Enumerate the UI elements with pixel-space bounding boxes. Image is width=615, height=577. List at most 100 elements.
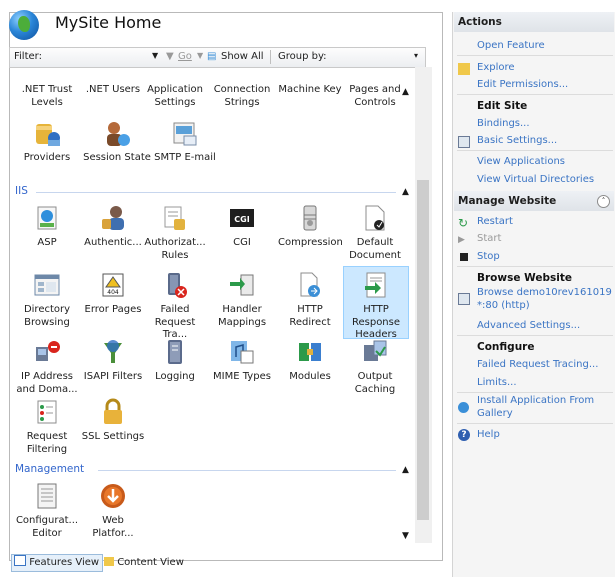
- feature-failed-request-tracing[interactable]: Failed Request Tra...: [143, 270, 207, 342]
- feature-configuration-editor[interactable]: Configurat... Editor: [15, 481, 79, 540]
- toolbar-separator: [270, 50, 271, 64]
- feature-http-response-headers[interactable]: HTTP Response Headers: [343, 266, 409, 340]
- feature-net-trust-levels[interactable]: .NET Trust Levels: [15, 84, 79, 109]
- basic-settings-link[interactable]: Basic Settings...: [477, 135, 557, 146]
- scroll-up-arrow-icon[interactable]: ▲: [402, 87, 409, 97]
- feature-handler-mappings[interactable]: Handler Mappings: [210, 270, 274, 329]
- feature-asp[interactable]: ASP: [15, 203, 79, 250]
- asp-icon: [32, 203, 62, 233]
- failed-request-tracing-link[interactable]: Failed Request Tracing...: [477, 359, 598, 370]
- feature-directory-browsing[interactable]: Directory Browsing: [15, 270, 79, 329]
- feature-error-pages[interactable]: 404 Error Pages: [81, 270, 145, 317]
- feature-connection-strings[interactable]: Connection Strings: [210, 84, 274, 109]
- content-view-icon: [104, 557, 114, 566]
- collapse-manage-website-icon[interactable]: ˄: [597, 195, 610, 208]
- limits-link[interactable]: Limits...: [477, 377, 517, 388]
- scroll-down-arrow-icon[interactable]: ▼: [402, 531, 409, 541]
- collapse-management-icon[interactable]: ▲: [402, 465, 409, 475]
- filter-toolbar: Filter: ▼ ▼ Go ▼ ▤ Show All Group by: ▾: [9, 47, 426, 68]
- group-divider: [36, 192, 396, 193]
- feature-label: Providers: [23, 152, 71, 163]
- feature-web-platform-installer[interactable]: Web Platfor...: [81, 481, 145, 540]
- help-icon: ?: [458, 429, 470, 441]
- view-applications-link[interactable]: View Applications: [477, 156, 565, 167]
- start-link: Start: [477, 233, 502, 244]
- edit-permissions-link[interactable]: Edit Permissions...: [477, 79, 568, 90]
- collapse-iis-icon[interactable]: ▲: [402, 187, 409, 197]
- feature-label: Authorizat... Rules: [144, 237, 206, 261]
- explore-folder-icon: [458, 63, 470, 75]
- restart-link[interactable]: Restart: [477, 216, 513, 227]
- configure-title: Configure: [477, 341, 535, 353]
- feature-http-redirect[interactable]: HTTP Redirect: [278, 270, 342, 329]
- filter-label: Filter:: [14, 51, 42, 62]
- feature-label: ASP: [37, 237, 57, 248]
- feature-machine-key[interactable]: Machine Key: [278, 84, 342, 97]
- feature-compression[interactable]: Compression: [278, 203, 343, 250]
- feature-default-document[interactable]: Default Document: [343, 203, 407, 262]
- feature-providers[interactable]: Providers: [15, 118, 79, 165]
- features-view-button[interactable]: Features View: [11, 554, 104, 572]
- feature-pages-and-controls[interactable]: Pages and Controls: [343, 84, 407, 109]
- install-application-link-line1[interactable]: Install Application From: [477, 395, 594, 406]
- stop-link[interactable]: Stop: [477, 251, 500, 262]
- feature-label: Modules: [289, 371, 331, 382]
- filter-dropdown-icon[interactable]: ▼: [152, 51, 158, 60]
- feature-session-state[interactable]: Session State: [81, 118, 153, 165]
- feature-mime-types[interactable]: MIME Types: [210, 337, 274, 384]
- group-by-button[interactable]: Group by:: [278, 51, 327, 62]
- feature-label: Logging: [155, 371, 195, 382]
- go-button[interactable]: Go: [178, 51, 192, 62]
- feature-label: Authentic...: [84, 237, 142, 248]
- feature-smtp-email[interactable]: SMTP E-mail: [153, 118, 217, 165]
- feature-request-filtering[interactable]: Request Filtering: [15, 397, 79, 456]
- feature-logging[interactable]: Logging: [143, 337, 207, 384]
- advanced-settings-link[interactable]: Advanced Settings...: [477, 320, 580, 331]
- install-application-link-line2[interactable]: Gallery: [477, 408, 513, 419]
- basic-settings-icon: [458, 136, 470, 148]
- restart-icon: ↻: [458, 216, 469, 230]
- feature-label: Web Platfor...: [92, 515, 134, 539]
- feature-label: CGI: [233, 237, 251, 248]
- feature-label: Request Filtering: [26, 431, 68, 455]
- mime-types-icon: [227, 337, 257, 367]
- feature-isapi-filters[interactable]: ISAPI Filters: [81, 337, 145, 384]
- feature-application-settings[interactable]: Application Settings: [143, 84, 207, 109]
- bindings-link[interactable]: Bindings...: [477, 118, 530, 129]
- feature-ssl-settings[interactable]: SSL Settings: [81, 397, 145, 444]
- feature-label: Session State: [83, 152, 151, 163]
- feature-label: .NET Users: [85, 84, 141, 95]
- feature-label: HTTP Response Headers: [351, 304, 401, 340]
- content-view-button[interactable]: Content View: [101, 554, 188, 572]
- feature-cgi[interactable]: CGI CGI: [210, 203, 274, 250]
- explore-link[interactable]: Explore: [477, 62, 515, 73]
- smtp-email-icon: [170, 118, 200, 148]
- browse-site-link-line2[interactable]: *:80 (http): [477, 300, 530, 311]
- go-filter-icon: ▼: [166, 51, 174, 62]
- separator: [457, 392, 613, 393]
- session-state-icon: [102, 118, 132, 148]
- filter-input[interactable]: [50, 50, 162, 63]
- feature-ip-address-domain[interactable]: IP Address and Doma...: [15, 337, 79, 396]
- group-header-iis: IIS: [15, 185, 28, 197]
- more-dropdown-icon[interactable]: ▾: [414, 51, 418, 60]
- features-list: .NET Trust Levels .NET Users Application…: [9, 67, 414, 543]
- feature-label: Configurat... Editor: [15, 515, 79, 539]
- open-feature-link[interactable]: Open Feature: [477, 40, 545, 51]
- svg-text:CGI: CGI: [234, 215, 249, 224]
- help-link[interactable]: Help: [477, 429, 500, 440]
- scrollbar-thumb[interactable]: [417, 180, 429, 520]
- feature-output-caching[interactable]: Output Caching: [343, 337, 407, 396]
- feature-authorization-rules[interactable]: Authorizat... Rules: [143, 203, 207, 262]
- view-virtual-directories-link[interactable]: View Virtual Directories: [477, 174, 594, 185]
- site-globe-icon: [9, 10, 39, 40]
- feature-net-users[interactable]: .NET Users: [81, 84, 145, 97]
- feature-authentication[interactable]: Authentic...: [81, 203, 145, 250]
- authorization-rules-icon: [160, 203, 190, 233]
- feature-modules[interactable]: Modules: [278, 337, 342, 384]
- page-title: MySite Home: [55, 13, 162, 32]
- browse-site-link-line1[interactable]: Browse demo10rev161019 on: [477, 287, 615, 298]
- logging-icon: [160, 337, 190, 367]
- show-all-button[interactable]: Show All: [221, 51, 264, 62]
- go-dropdown-icon[interactable]: ▼: [197, 51, 203, 60]
